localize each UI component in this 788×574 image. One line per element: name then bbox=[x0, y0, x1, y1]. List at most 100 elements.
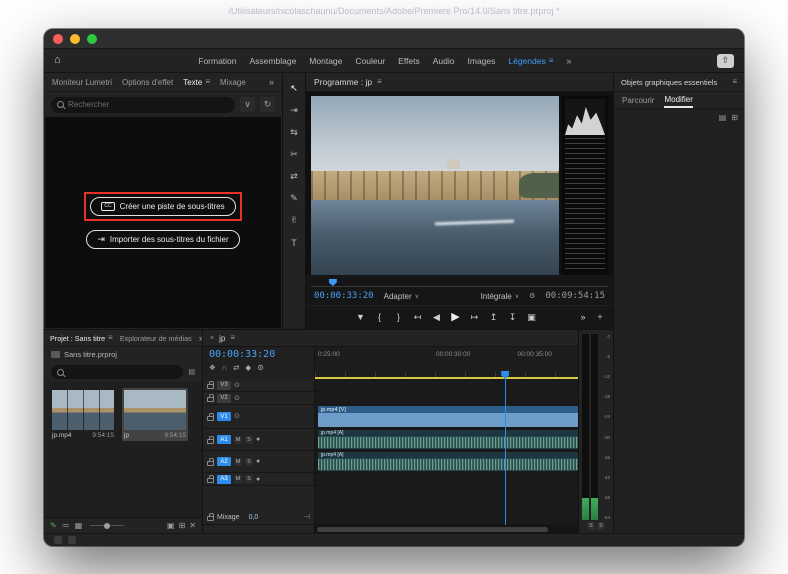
new-layer-icon[interactable]: ⊞ bbox=[731, 113, 738, 122]
project-item-jp-mp4[interactable]: jp.mp4 9:54:15 bbox=[50, 388, 116, 441]
playback-resolution-select[interactable]: Intégrale ∨ bbox=[481, 292, 520, 301]
video-clip[interactable]: jp.mp4 [V] bbox=[318, 406, 578, 427]
marker-icon[interactable]: ◆ bbox=[245, 363, 251, 372]
new-bin-button[interactable]: ▣ bbox=[167, 521, 175, 530]
settings-wrench-icon[interactable]: ⚙ bbox=[529, 293, 535, 300]
linked-selection-icon[interactable]: ⇄ bbox=[233, 363, 239, 372]
lock-icon[interactable] bbox=[207, 435, 214, 444]
hand-tool[interactable]: ✌ bbox=[286, 213, 302, 228]
workspace-tab-images[interactable]: Images bbox=[468, 56, 496, 66]
toggle-track-output-icon[interactable]: ⊙ bbox=[234, 382, 240, 389]
timeline-timecode[interactable]: 00:00:33:20 bbox=[209, 349, 308, 360]
solo-right-button[interactable]: S bbox=[597, 522, 605, 530]
nest-icon[interactable]: ❖ bbox=[209, 363, 216, 372]
panel-menu-icon[interactable]: ≡ bbox=[205, 78, 210, 86]
track-lane-a3[interactable] bbox=[315, 473, 578, 485]
workspace-tab-effets[interactable]: Effets bbox=[398, 56, 420, 66]
selection-tool[interactable]: ↖ bbox=[286, 81, 302, 96]
edit-pencil-icon[interactable]: ✎ bbox=[50, 521, 57, 530]
tab-project[interactable]: Projet : Sans titre ≡ bbox=[50, 334, 113, 343]
mute-button[interactable]: M bbox=[234, 435, 242, 444]
program-video-frame[interactable] bbox=[311, 96, 559, 275]
solo-button[interactable]: S bbox=[245, 457, 253, 466]
program-scrub-bar[interactable] bbox=[311, 277, 608, 287]
program-panel-menu-icon[interactable]: ≡ bbox=[377, 78, 382, 86]
workspace-tab-audio[interactable]: Audio bbox=[433, 56, 455, 66]
lock-icon[interactable] bbox=[207, 381, 214, 389]
tab-mixage[interactable]: Mixage bbox=[220, 78, 246, 87]
fullscreen-window-button[interactable] bbox=[87, 33, 97, 44]
type-tool[interactable]: T bbox=[286, 235, 302, 250]
audio-clip[interactable]: jp.mp4 [A] bbox=[318, 430, 578, 449]
lock-icon[interactable] bbox=[207, 412, 214, 421]
mix-track-value[interactable]: 0,0 bbox=[249, 514, 259, 521]
transport-overflow-button[interactable]: » bbox=[578, 313, 588, 322]
mic-icon[interactable]: ● bbox=[256, 436, 260, 443]
ripple-edit-tool[interactable]: ⇆ bbox=[286, 125, 302, 140]
lock-icon[interactable] bbox=[207, 394, 214, 402]
zoom-level-select[interactable]: Adapter ∨ bbox=[384, 292, 419, 301]
share-button[interactable]: ⇧ bbox=[717, 53, 734, 68]
track-lane-v1[interactable]: jp.mp4 [V] bbox=[315, 405, 578, 428]
new-item-button[interactable]: ⊞ bbox=[179, 521, 186, 530]
project-bin-icon[interactable]: ▤ bbox=[188, 369, 195, 376]
play-button[interactable]: ▶ bbox=[451, 312, 461, 323]
add-button[interactable]: + bbox=[595, 313, 605, 322]
track-select-a2[interactable]: A2 bbox=[217, 457, 231, 466]
project-tabs-overflow-button[interactable]: » bbox=[199, 333, 202, 343]
mute-button[interactable]: M bbox=[234, 475, 242, 483]
program-timecode[interactable]: 00:00:33:20 bbox=[314, 291, 374, 301]
extract-button[interactable]: ↧ bbox=[508, 313, 518, 322]
workspace-overflow-button[interactable]: » bbox=[566, 56, 571, 66]
minimize-window-button[interactable] bbox=[70, 33, 80, 44]
timeline-empty-lane[interactable] bbox=[315, 486, 578, 510]
go-to-in-button[interactable]: ↤ bbox=[413, 313, 423, 322]
workspace-tab-couleur[interactable]: Couleur bbox=[355, 56, 385, 66]
mark-in-button[interactable]: { bbox=[375, 313, 385, 322]
lock-icon[interactable] bbox=[207, 475, 214, 483]
workspace-tab-assemblage[interactable]: Assemblage bbox=[250, 56, 297, 66]
folder-icon[interactable]: ▤ bbox=[719, 113, 727, 122]
go-to-out-button[interactable]: ↦ bbox=[470, 313, 480, 322]
track-select-v3[interactable]: V3 bbox=[217, 380, 231, 390]
home-icon[interactable]: ⌂ bbox=[54, 55, 61, 66]
project-item-jp-sequence[interactable]: jp 9:54:15 bbox=[122, 388, 188, 441]
step-back-button[interactable]: ◀ bbox=[432, 313, 442, 322]
snap-icon[interactable]: ∩ bbox=[222, 363, 227, 372]
thumbnail-zoom-slider[interactable] bbox=[90, 522, 125, 529]
track-lane-v2[interactable] bbox=[315, 392, 578, 404]
mix-track-lane[interactable] bbox=[315, 510, 578, 524]
mic-icon[interactable]: ● bbox=[256, 476, 260, 483]
solo-button[interactable]: S bbox=[245, 435, 253, 444]
import-captions-button[interactable]: ⇥ Importer des sous-titres du fichier bbox=[86, 229, 240, 249]
essential-graphics-menu-icon[interactable]: ≡ bbox=[732, 78, 737, 86]
workspace-tab-montage[interactable]: Montage bbox=[309, 56, 342, 66]
track-select-v1[interactable]: V1 bbox=[217, 412, 231, 421]
tab-options-effet[interactable]: Options d'effet bbox=[122, 78, 173, 87]
track-lane-a1[interactable]: jp.mp4 [A] bbox=[315, 429, 578, 450]
track-select-a3[interactable]: A3 bbox=[217, 474, 231, 484]
add-marker-button[interactable]: ▼ bbox=[356, 313, 366, 322]
tab-modifier[interactable]: Modifier bbox=[664, 92, 693, 108]
timeline-panel-menu-icon[interactable]: ≡ bbox=[230, 334, 235, 342]
track-select-v2[interactable]: V2 bbox=[217, 393, 231, 403]
filter-chevron-button[interactable]: ∨ bbox=[240, 97, 255, 112]
project-panel-menu-icon[interactable]: ≡ bbox=[108, 334, 113, 342]
export-frame-button[interactable]: ▣ bbox=[527, 313, 537, 322]
program-playhead[interactable] bbox=[328, 279, 337, 286]
track-lane-a2[interactable]: jp.mp4 [A] bbox=[315, 451, 578, 472]
track-select-a1[interactable]: A1 bbox=[217, 435, 231, 444]
mark-out-button[interactable]: } bbox=[394, 313, 404, 322]
delete-button[interactable]: ✕ bbox=[189, 521, 196, 530]
close-window-button[interactable] bbox=[53, 33, 63, 44]
track-lane-v3[interactable] bbox=[315, 379, 578, 391]
lift-button[interactable]: ↥ bbox=[489, 313, 499, 322]
list-view-button[interactable]: ≔ bbox=[62, 521, 70, 530]
toggle-track-output-icon[interactable]: ⊙ bbox=[234, 395, 240, 402]
solo-button[interactable]: S bbox=[245, 475, 253, 483]
tab-texte[interactable]: Texte ≡ bbox=[183, 78, 210, 87]
project-search-input[interactable] bbox=[51, 365, 184, 379]
timeline-scrollbar-thumb[interactable] bbox=[317, 526, 549, 532]
timeline-ruler[interactable]: 0:25:00 00:00:30:00 00:00:35:00 bbox=[315, 347, 578, 379]
tab-parcourir[interactable]: Parcourir bbox=[622, 92, 654, 108]
